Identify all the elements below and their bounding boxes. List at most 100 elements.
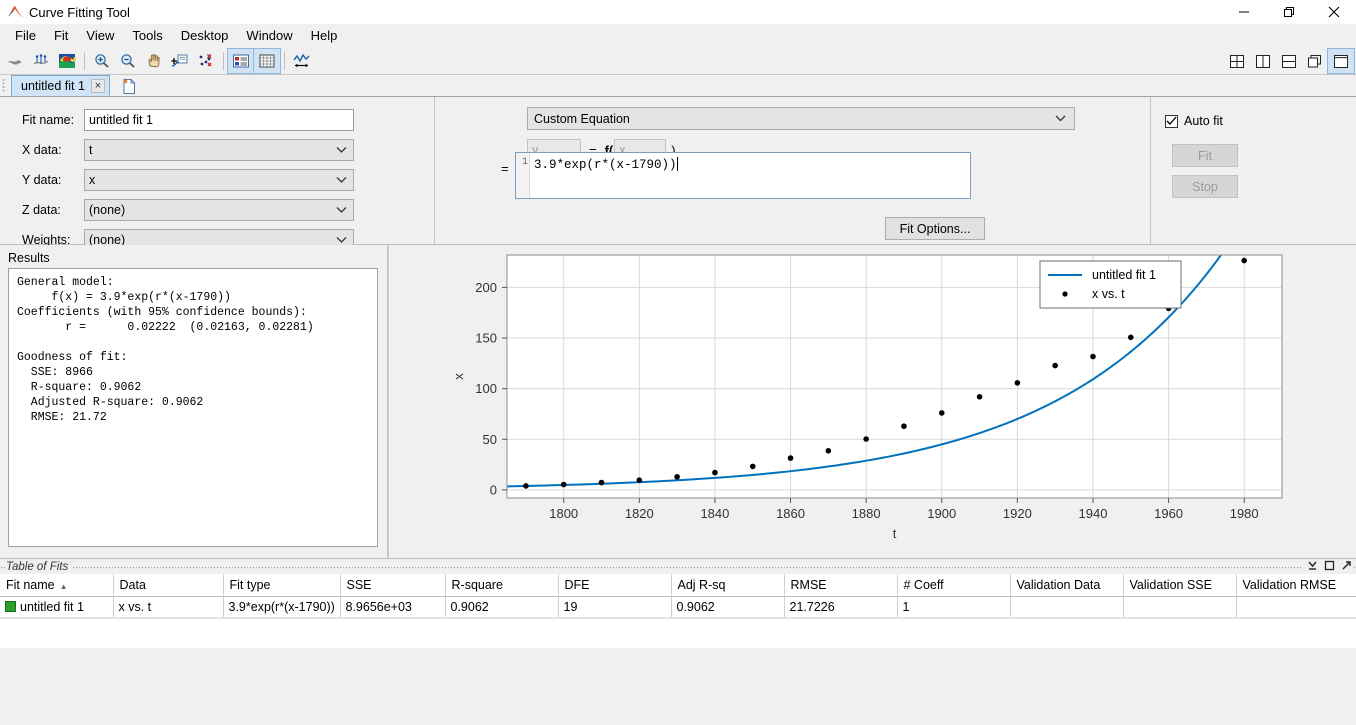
col-validation-data[interactable]: Validation Data: [1010, 574, 1124, 597]
sort-ascending-icon: ▲: [59, 582, 68, 591]
close-button[interactable]: [1311, 0, 1356, 24]
stop-button[interactable]: Stop: [1172, 175, 1238, 198]
checkbox-box: [1165, 114, 1178, 128]
cell-rmse: 21.7226: [784, 596, 898, 618]
menu-bar: File Fit View Tools Desktop Window Help …: [0, 24, 1356, 47]
cascade-icon[interactable]: [1302, 49, 1328, 73]
fit-type-select[interactable]: Custom Equation: [527, 107, 1075, 130]
svg-text:150: 150: [475, 331, 497, 346]
new-fit-icon[interactable]: [118, 76, 140, 96]
cell-dfe: 19: [558, 596, 672, 618]
fit-name-input[interactable]: [84, 109, 354, 131]
cell-data: x vs. t: [113, 596, 224, 618]
pan-icon[interactable]: [141, 49, 167, 73]
chevron-down-icon: [336, 237, 347, 243]
cell-adj-r-sq: 0.9062: [671, 596, 785, 618]
col-data[interactable]: Data: [113, 574, 224, 597]
results-panel: Results General model: f(x) = 3.9*exp(r*…: [0, 245, 387, 558]
toolbar-divider-2: [223, 51, 224, 70]
fit-name-row: Fit name:: [22, 109, 434, 131]
table-of-fits: Fit name ▲ Data Fit type SSE R-square DFE…: [0, 574, 1356, 618]
tab-label: untitled fit 1: [21, 78, 85, 93]
axes-limits-icon[interactable]: [289, 49, 315, 73]
custom-equation-editor[interactable]: 1 3.9*exp(r*(x-1790)): [515, 152, 971, 199]
fit-options-button[interactable]: Fit Options...: [885, 217, 985, 240]
auto-fit-checkbox[interactable]: Auto fit: [1165, 114, 1223, 128]
col-validation-rmse[interactable]: Validation RMSE: [1236, 574, 1356, 597]
col-r-square[interactable]: R-square: [445, 574, 559, 597]
fit-plot[interactable]: 1800 1820 1840 1860 1880 1900 1920 1940 1960 1980…: [389, 245, 1354, 558]
x-data-label: X data:: [22, 143, 62, 157]
tab-untitled-fit-1[interactable]: untitled fit 1 ×: [11, 75, 110, 96]
fit-surface-icon[interactable]: [2, 49, 28, 73]
svg-text:1940: 1940: [1079, 506, 1108, 521]
data-cursor-icon[interactable]: [167, 49, 193, 73]
zoom-in-icon[interactable]: [89, 49, 115, 73]
maximize-button[interactable]: [1266, 0, 1311, 24]
undock-pane-icon[interactable]: [1341, 560, 1352, 571]
y-data-select[interactable]: x: [84, 169, 354, 191]
layout-buttons: [1224, 48, 1355, 74]
plot-panel[interactable]: 1800 1820 1840 1860 1880 1900 1920 1940 1960 1980…: [389, 245, 1356, 558]
col-rmse[interactable]: RMSE: [784, 574, 898, 597]
menu-window[interactable]: Window: [237, 26, 301, 45]
svg-text:1920: 1920: [1003, 506, 1032, 521]
chevron-down-icon: [336, 207, 347, 213]
stop-button-label: Stop: [1192, 179, 1218, 194]
svg-text:1840: 1840: [700, 506, 729, 521]
tile-columns-icon[interactable]: [1250, 49, 1276, 73]
results-title: Results: [8, 251, 50, 265]
tile-grid-icon[interactable]: [1224, 49, 1250, 73]
auto-fit-label: Auto fit: [1184, 114, 1223, 128]
menu-desktop[interactable]: Desktop: [172, 26, 238, 45]
fit-button[interactable]: Fit: [1172, 144, 1238, 167]
y-data-row: Y data: x: [22, 169, 434, 191]
menu-file[interactable]: File: [6, 26, 45, 45]
svg-text:untitled fit 1: untitled fit 1: [1092, 268, 1156, 282]
col-fit-name[interactable]: Fit name ▲: [0, 574, 114, 597]
z-data-select[interactable]: (none): [84, 199, 354, 221]
zoom-out-icon[interactable]: [115, 49, 141, 73]
menu-fit[interactable]: Fit: [45, 26, 77, 45]
col-fit-type[interactable]: Fit type: [223, 574, 341, 597]
title-bar: Curve Fitting Tool: [0, 0, 1356, 24]
curve-fitting-tool-window: Curve Fitting Tool File Fit View Tools D…: [0, 0, 1356, 725]
data-points-icon[interactable]: [28, 49, 54, 73]
fit-options-label: Fit Options...: [899, 221, 971, 236]
fit-type-value: Custom Equation: [534, 111, 630, 126]
table-row[interactable]: untitled fit 1 x vs. t 3.9*exp(r*(x-1790…: [0, 596, 1356, 618]
tile-rows-icon[interactable]: [1276, 49, 1302, 73]
cell-validation-sse: [1123, 596, 1237, 618]
col-num-coeff[interactable]: # Coeff: [897, 574, 1011, 597]
tab-close-icon[interactable]: ×: [90, 78, 105, 93]
menu-tools[interactable]: Tools: [123, 26, 171, 45]
legend-toggle-icon[interactable]: [227, 47, 255, 74]
single-pane-icon[interactable]: [1327, 48, 1355, 74]
window-controls: [1221, 0, 1356, 24]
tab-grip[interactable]: [2, 76, 9, 96]
maximize-pane-icon[interactable]: [1324, 560, 1335, 571]
dotted-fill: [0, 566, 1356, 569]
cell-fit-type: 3.9*exp(r*(x-1790)): [223, 596, 341, 618]
window-title: Curve Fitting Tool: [29, 4, 130, 20]
svg-text:1900: 1900: [927, 506, 956, 521]
data-selection-group: Fit name: X data: t Y data: x Z data:: [0, 97, 434, 251]
minimize-button[interactable]: [1221, 0, 1266, 24]
col-fit-name-label: Fit name: [6, 578, 55, 592]
minimize-pane-icon[interactable]: [1307, 560, 1318, 571]
svg-text:1820: 1820: [625, 506, 654, 521]
col-validation-sse[interactable]: Validation SSE: [1123, 574, 1237, 597]
fit-tab-strip: untitled fit 1 ×: [0, 75, 1356, 97]
col-dfe[interactable]: DFE: [558, 574, 672, 597]
col-sse[interactable]: SSE: [340, 574, 446, 597]
chevron-down-icon: [336, 147, 347, 153]
x-data-select[interactable]: t: [84, 139, 354, 161]
colormap-surface-icon[interactable]: [54, 49, 80, 73]
grid-toggle-icon[interactable]: [253, 47, 281, 74]
menu-view[interactable]: View: [77, 26, 123, 45]
exclude-outliers-icon[interactable]: [193, 49, 219, 73]
equation-expression-wrap[interactable]: 3.9*exp(r*(x-1790)): [530, 153, 970, 198]
menu-help[interactable]: Help: [302, 26, 347, 45]
col-adj-r-sq[interactable]: Adj R-sq: [671, 574, 785, 597]
table-header-row: Fit name ▲ Data Fit type SSE R-square DFE…: [0, 574, 1356, 597]
